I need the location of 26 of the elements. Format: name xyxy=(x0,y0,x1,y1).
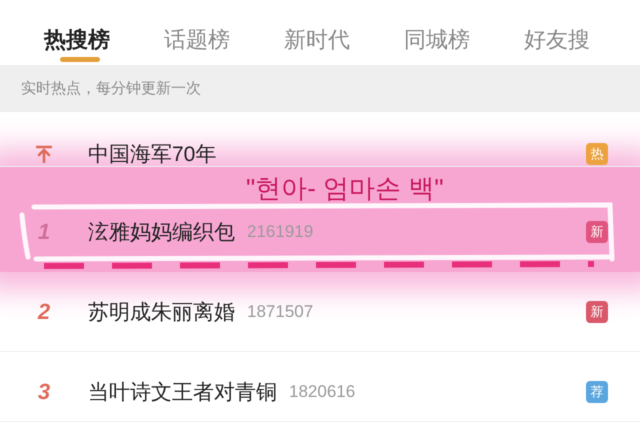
topic-title: 中国海军70年 xyxy=(88,142,216,168)
highlighted-list-row[interactable]: 1 泫雅妈妈编织包 2161919 新 "현아- 엄마손 백" xyxy=(0,167,640,272)
topic-badge: 新 xyxy=(586,300,608,322)
tab[interactable]: 新时代 xyxy=(284,0,360,65)
pin-top-icon xyxy=(36,145,52,163)
topic-title: 泫雅妈妈编织包 xyxy=(88,220,235,246)
active-tab-indicator xyxy=(60,57,100,62)
tab[interactable]: 热搜榜 xyxy=(44,0,120,65)
list-row[interactable]: 2 苏明成朱丽离婚 1871507 新 xyxy=(0,272,640,352)
topic-badge: 热 xyxy=(586,143,608,165)
topic-title: 当叶诗文王者对青铜 xyxy=(88,380,277,406)
topic-title: 苏明成朱丽离婚 xyxy=(88,300,235,326)
rank-number: 2 xyxy=(38,298,50,324)
search-count: 2161919 xyxy=(247,222,314,242)
annotation-text: "현아- 엄마손 백" xyxy=(246,172,444,205)
search-count: 1871507 xyxy=(247,302,314,322)
list-row[interactable]: 3 当叶诗文王者对青铜 1820616 荐 xyxy=(0,352,640,422)
topic-badge: 新 xyxy=(586,220,608,242)
tab[interactable]: 好友搜 xyxy=(524,0,600,65)
notice-text: 实时热点，每分钟更新一次 xyxy=(0,65,640,112)
rank-number: 1 xyxy=(38,218,50,244)
tab[interactable]: 话题榜 xyxy=(164,0,240,65)
rank-number: 3 xyxy=(38,378,50,404)
search-count: 1820616 xyxy=(289,382,356,402)
tab[interactable]: 同城榜 xyxy=(404,0,480,65)
topic-badge: 荐 xyxy=(586,380,608,402)
